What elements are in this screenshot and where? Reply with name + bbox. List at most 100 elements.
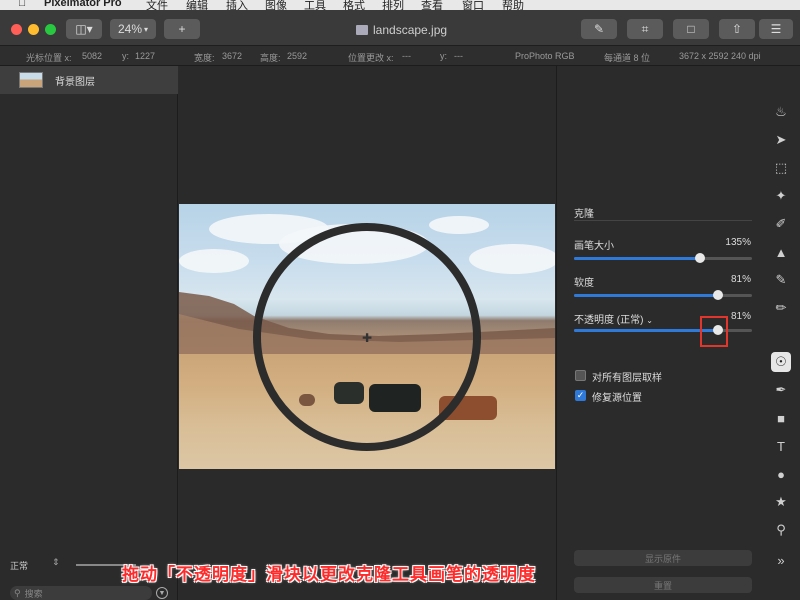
effects-icon[interactable]: ● [773, 466, 789, 482]
sidebar-icon: ◫▾ [75, 22, 93, 36]
brush-size-value: 135% [725, 237, 751, 248]
divider [574, 220, 752, 221]
restore-source-label: 修复源位置 [592, 393, 642, 404]
plus-icon: + [178, 22, 186, 36]
fill-icon[interactable]: ▲ [773, 244, 789, 260]
sliders-icon: ☰ [770, 22, 782, 36]
pencil-icon[interactable]: ✏ [773, 300, 789, 316]
show-original-button[interactable]: 显示原件 [574, 550, 752, 566]
menu-bar:  Pixelmator Pro 文件 编辑 插入 图像 工具 格式 排列 查看… [0, 0, 800, 10]
change-x-label: 位置更改 x: [348, 53, 394, 63]
layer-name: 背景图层 [55, 77, 95, 88]
menu-app-name[interactable]: Pixelmator Pro [44, 0, 122, 9]
cloud-shape [179, 249, 249, 273]
clone-panel-title: 克隆 [574, 209, 594, 220]
canvas-area[interactable]: ✚ [179, 66, 556, 600]
blend-mode-select[interactable]: 正常 [10, 559, 28, 572]
crop-toolbar-button[interactable]: ⌗ [627, 19, 663, 39]
arrow-icon[interactable]: ➤ [773, 132, 789, 148]
slider-fill [574, 329, 719, 332]
reset-button[interactable]: 重置 [574, 577, 752, 593]
cursor-y-label: y: [122, 51, 130, 61]
height-value: 2592 [287, 51, 308, 61]
menu-edit[interactable]: 编辑 [186, 0, 208, 10]
menu-image[interactable]: 图像 [265, 0, 287, 10]
text-icon[interactable]: T [773, 438, 789, 454]
paint-toolbar-button[interactable]: ✎ [581, 19, 617, 39]
clone-icon[interactable]: ☉ [771, 352, 791, 372]
tutorial-caption: 拖动「不透明度」滑块以更改克隆工具画笔的透明度 [122, 565, 536, 584]
change-x-value: --- [402, 51, 411, 61]
chevron-down-icon: ⌄ [646, 316, 653, 325]
width-value: 3672 [222, 51, 243, 61]
brush-icon[interactable]: ✐ [773, 216, 789, 232]
zoom-dropdown[interactable]: 24% ▾ [110, 19, 156, 39]
image-file-icon [356, 25, 368, 35]
landscape-photo[interactable]: ✚ [179, 204, 555, 469]
restore-source-checkbox[interactable]: ✓ [575, 390, 586, 401]
star-icon[interactable]: ★ [773, 494, 789, 510]
checkmark-icon: ✓ [576, 390, 585, 400]
menu-view[interactable]: 查看 [421, 0, 443, 10]
sample-all-layers-label: 对所有图层取样 [592, 373, 662, 384]
paint-bucket-icon[interactable]: ♨ [773, 104, 789, 120]
menu-window[interactable]: 窗口 [462, 0, 484, 10]
more-icon[interactable]: » [773, 552, 789, 568]
menu-tools[interactable]: 工具 [304, 0, 326, 10]
marquee-icon[interactable]: ⬚ [773, 160, 789, 176]
brush-size-label: 画笔大小 [574, 241, 614, 252]
color-profile: ProPhoto RGB [515, 51, 575, 61]
updown-chevron-icon: ⇕ [52, 557, 60, 567]
cloud-shape [469, 244, 555, 274]
menu-arrange[interactable]: 排列 [382, 0, 404, 10]
sample-all-layers-checkbox[interactable] [575, 370, 586, 381]
slider-knob[interactable] [695, 253, 706, 263]
add-button[interactable]: + [164, 19, 200, 39]
brush-icon: ✎ [593, 22, 605, 36]
sidebar-toggle-button[interactable]: ◫▾ [66, 19, 102, 39]
search-placeholder: 搜索 [24, 588, 43, 599]
zoom-icon[interactable]: ⚲ [773, 522, 789, 538]
document-toolbar-button[interactable]: □ [673, 19, 709, 39]
opacity-value: 81% [730, 311, 751, 322]
crosshair-icon: ✚ [362, 331, 373, 345]
apple-icon[interactable]:  [18, 0, 26, 9]
minimize-window-button[interactable] [28, 24, 39, 35]
menu-file[interactable]: 文件 [146, 0, 168, 10]
tool-strip: ♨ ➤ ⬚ ✦ ✐ ▲ ✎ ✏ ☉ ✒ ■ T ● ★ ⚲ » [762, 66, 800, 600]
change-y-label: y: [440, 51, 448, 61]
info-bar: 光标位置 x: 5082 y: 1227 宽度: 3672 高度: 2592 位… [0, 46, 800, 66]
document-icon: □ [687, 22, 695, 36]
menu-insert[interactable]: 插入 [226, 0, 248, 10]
layer-search-field[interactable]: ⚲ 搜索 [10, 586, 152, 600]
shape-icon[interactable]: ■ [773, 410, 789, 426]
document-title-text: landscape.jpg [373, 23, 448, 37]
change-y-value: --- [454, 51, 463, 61]
brush-size-slider[interactable] [574, 253, 752, 263]
cloud-shape [429, 216, 489, 234]
layer-row[interactable]: 背景图层 [0, 66, 178, 94]
opacity-knob-highlight [700, 316, 728, 347]
menu-help[interactable]: 帮助 [502, 0, 524, 10]
filter-icon[interactable]: ▼ [156, 587, 168, 599]
window-toolbar: ◫▾ 24% ▾ + landscape.jpg ✎ ⌗ □ ⇧ ☰ [0, 10, 800, 46]
magic-wand-icon[interactable]: ✦ [773, 188, 789, 204]
softness-value: 81% [730, 274, 751, 285]
cursor-x-value: 5082 [82, 51, 103, 61]
bit-depth: 每通道 8 位 [604, 53, 651, 63]
menu-format[interactable]: 格式 [343, 0, 365, 10]
slider-fill [574, 257, 701, 260]
zoom-value: 24% [117, 22, 142, 36]
slider-knob[interactable] [713, 290, 724, 300]
softness-slider[interactable] [574, 290, 752, 300]
share-toolbar-button[interactable]: ⇧ [719, 19, 755, 39]
eraser-icon[interactable]: ✎ [773, 272, 789, 288]
opacity-label[interactable]: 不透明度 (正常) ⌄ [574, 311, 653, 326]
height-label: 高度: [260, 53, 281, 63]
close-window-button[interactable] [11, 24, 22, 35]
adjust-toolbar-button[interactable]: ☰ [759, 19, 793, 39]
clone-tool-panel: 克隆 画笔大小 135% 软度 81% 不透明度 (正常) ⌄ 81% 对所有图… [556, 66, 762, 600]
pen-icon[interactable]: ✒ [773, 382, 789, 398]
cursor-x-label: 光标位置 x: [26, 53, 72, 63]
zoom-window-button[interactable] [45, 24, 56, 35]
